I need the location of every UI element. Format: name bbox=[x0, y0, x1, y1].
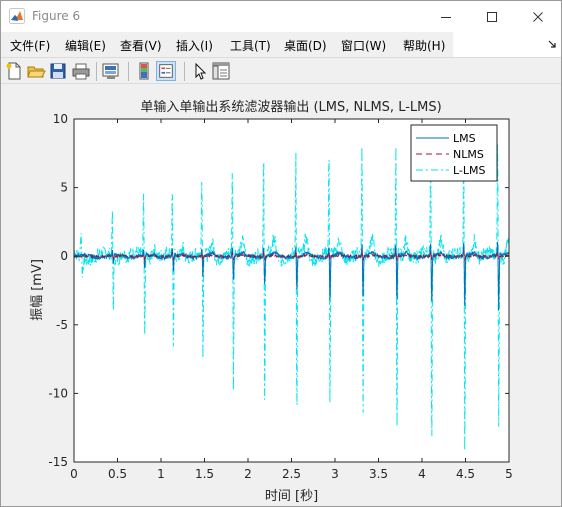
x-tick-label: 2.5 bbox=[282, 467, 301, 481]
close-button[interactable] bbox=[515, 1, 561, 32]
matlab-app-icon bbox=[9, 8, 25, 24]
menu-bar-spacer bbox=[453, 32, 561, 57]
dock-arrow-icon[interactable] bbox=[548, 40, 557, 49]
legend-label-nlms: NLMS bbox=[453, 148, 484, 161]
link-plot-icon[interactable] bbox=[101, 61, 121, 81]
y-tick-label: 0 bbox=[60, 249, 68, 263]
legend-icon[interactable] bbox=[156, 61, 176, 81]
menu-desktop[interactable]: 桌面(D) bbox=[284, 37, 327, 54]
print-icon[interactable] bbox=[71, 61, 91, 81]
title-bar: Figure 6 bbox=[1, 1, 561, 32]
x-tick-label: 2 bbox=[244, 467, 252, 481]
y-tick-label: -15 bbox=[48, 455, 68, 469]
toolbar-separator bbox=[184, 62, 185, 81]
chart-title: 单输入单输出系统滤波器输出 (LMS, NLMS, L-LMS) bbox=[140, 99, 441, 115]
save-icon[interactable] bbox=[48, 61, 68, 81]
figure-toolbar bbox=[1, 57, 561, 84]
close-icon bbox=[533, 11, 543, 22]
legend-label-l-lms: L-LMS bbox=[453, 164, 486, 177]
menu-edit[interactable]: 编辑(E) bbox=[65, 37, 106, 54]
minimize-button[interactable] bbox=[423, 1, 469, 32]
x-tick-label: 1 bbox=[157, 467, 165, 481]
menu-window[interactable]: 窗口(W) bbox=[341, 37, 386, 54]
y-tick-label: 5 bbox=[60, 181, 68, 195]
x-axis-label: 时间 [秒] bbox=[265, 489, 318, 504]
legend[interactable]: LMS NLMS L-LMS bbox=[410, 124, 498, 182]
property-inspector-icon[interactable] bbox=[211, 61, 231, 81]
menu-bar: 文件(F) 编辑(E) 查看(V) 插入(I) 工具(T) 桌面(D) 窗口(W… bbox=[1, 32, 561, 57]
x-tick-label: 4.5 bbox=[456, 467, 475, 481]
x-tick-label: 1.5 bbox=[195, 467, 214, 481]
figure-canvas: 单输入单输出系统滤波器输出 (LMS, NLMS, L-LMS) 0 0.5 1 1.… bbox=[1, 84, 561, 506]
x-tick-label: 4 bbox=[418, 467, 426, 481]
menu-tools[interactable]: 工具(T) bbox=[230, 37, 271, 54]
window-title: Figure 6 bbox=[32, 9, 81, 23]
new-figure-icon[interactable] bbox=[4, 61, 24, 81]
open-file-icon[interactable] bbox=[26, 61, 46, 81]
y-axis-label: 振幅 [mV] bbox=[30, 259, 45, 321]
menu-file[interactable]: 文件(F) bbox=[10, 37, 50, 54]
toolbar-separator bbox=[128, 62, 129, 81]
toolbar-separator bbox=[96, 62, 97, 81]
pointer-icon[interactable] bbox=[190, 61, 210, 81]
plot-svg: 单输入单输出系统滤波器输出 (LMS, NLMS, L-LMS) 0 0.5 1 1.… bbox=[30, 99, 513, 504]
menu-view[interactable]: 查看(V) bbox=[120, 37, 162, 54]
x-tick-label: 3.5 bbox=[369, 467, 388, 481]
x-tick-label: 0.5 bbox=[108, 467, 127, 481]
y-tick-label: 10 bbox=[53, 112, 68, 126]
x-tick-label: 5 bbox=[505, 467, 513, 481]
y-tick-label: -10 bbox=[48, 386, 68, 400]
figure-window: Figure 6 文件(F) 编辑(E) 查看(V) 插入(I) 工具(T) 桌… bbox=[0, 0, 562, 507]
legend-label-lms: LMS bbox=[453, 132, 476, 145]
menu-help[interactable]: 帮助(H) bbox=[403, 37, 445, 54]
colorbar-icon[interactable] bbox=[134, 61, 154, 81]
maximize-button[interactable] bbox=[469, 1, 515, 32]
y-tick-label: -5 bbox=[56, 318, 68, 332]
menu-insert[interactable]: 插入(I) bbox=[176, 37, 213, 54]
x-tick-label: 0 bbox=[70, 467, 78, 481]
x-tick-label: 3 bbox=[331, 467, 339, 481]
minimize-icon bbox=[441, 16, 451, 18]
maximize-icon bbox=[487, 11, 497, 22]
